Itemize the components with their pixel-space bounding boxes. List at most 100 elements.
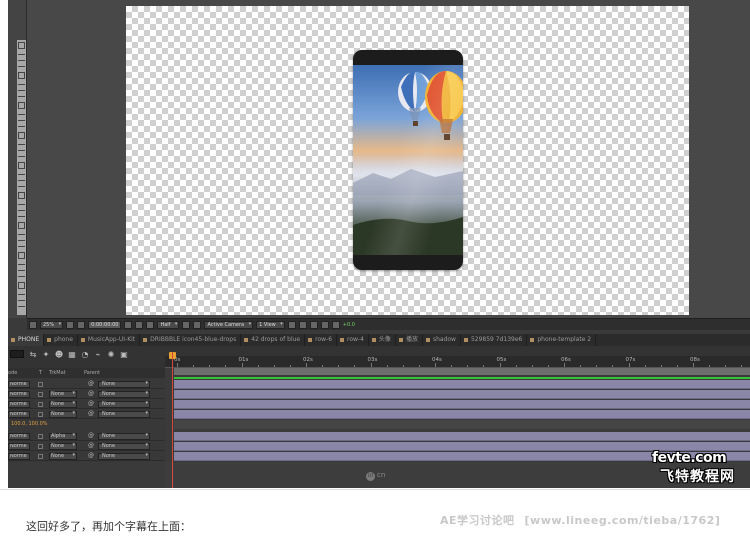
preserve-transparency-checkbox[interactable]	[38, 444, 43, 449]
tab-10[interactable]: 529859 7d139e6	[461, 334, 528, 346]
tab-5[interactable]: row-6	[305, 334, 338, 346]
draft-3d-icon[interactable]: ✦	[41, 350, 51, 360]
camera-view-dropdown[interactable]: Active Camera	[204, 320, 254, 329]
parent-dropdown[interactable]: None	[98, 453, 150, 460]
parent-pickwhip-icon[interactable]: @	[88, 390, 94, 397]
preserve-transparency-checkbox[interactable]	[38, 434, 43, 439]
transparency-grid-icon[interactable]	[193, 320, 202, 329]
ruler-tick	[370, 363, 372, 367]
trkmat-dropdown[interactable]: Alpha	[49, 433, 77, 440]
preserve-transparency-checkbox[interactable]	[38, 392, 43, 397]
trkmat-dropdown[interactable]: None	[49, 411, 77, 418]
tab-9[interactable]: shadow	[423, 334, 461, 346]
composition-viewer[interactable]	[27, 0, 750, 318]
trkmat-dropdown[interactable]: None	[49, 453, 77, 460]
ruler-mark	[18, 126, 25, 127]
layer-duration-bar[interactable]	[174, 410, 750, 419]
preserve-transparency-checkbox[interactable]	[38, 382, 43, 387]
flowchart-icon[interactable]	[320, 320, 329, 329]
preserve-transparency-checkbox[interactable]	[38, 454, 43, 459]
parent-pickwhip-icon[interactable]: @	[88, 380, 94, 387]
layer-row[interactable]: Norme None @ None	[8, 390, 165, 399]
preserve-transparency-checkbox[interactable]	[38, 412, 43, 417]
parent-pickwhip-icon[interactable]: @	[88, 452, 94, 459]
current-time-field[interactable]: 0:00:00:00	[88, 320, 122, 329]
transparency-grid-canvas[interactable]	[126, 6, 689, 315]
magnification-dropdown[interactable]: 25%	[40, 320, 64, 329]
auto-keyframe-icon[interactable]: ▣	[119, 350, 129, 360]
tab-4[interactable]: 42 drops of blue	[241, 334, 306, 346]
blend-mode-dropdown[interactable]: Norme	[8, 453, 30, 460]
tab-6[interactable]: row-4	[337, 334, 369, 346]
preserve-transparency-checkbox[interactable]	[38, 402, 43, 407]
fast-preview-icon[interactable]	[298, 320, 307, 329]
channel-icon[interactable]	[146, 320, 155, 329]
graph-editor-icon[interactable]: ⌁	[93, 350, 103, 360]
layer-row[interactable]: Norme @ None	[8, 380, 165, 389]
work-area-bar[interactable]	[174, 368, 750, 375]
tab-1[interactable]: phone	[44, 334, 78, 346]
tab-11[interactable]: phone-template 2	[527, 334, 597, 346]
timeline-tracks[interactable]	[165, 368, 750, 462]
blend-mode-dropdown[interactable]: Norme	[8, 401, 30, 408]
blend-mode-dropdown[interactable]: Norme	[8, 381, 30, 388]
ruler-tick	[289, 365, 291, 367]
blend-mode-dropdown[interactable]: Norme	[8, 433, 30, 440]
shy-layers-icon[interactable]: ☻	[54, 350, 64, 360]
pixel-aspect-icon[interactable]	[287, 320, 296, 329]
parent-pickwhip-icon[interactable]: @	[88, 432, 94, 439]
camera-snapshot-icon[interactable]	[124, 320, 133, 329]
parent-dropdown[interactable]: None	[98, 433, 150, 440]
view-layout-dropdown[interactable]: 1 View	[256, 320, 285, 329]
parent-dropdown[interactable]: None	[98, 411, 150, 418]
layer-duration-bar[interactable]	[174, 380, 750, 389]
blend-mode-dropdown[interactable]: Norme	[8, 411, 30, 418]
timeline-search-input[interactable]	[10, 350, 24, 358]
ruler-mark	[18, 264, 25, 265]
trkmat-dropdown[interactable]: None	[49, 401, 77, 408]
comp-mini-flowchart-icon[interactable]: ⇆	[28, 350, 38, 360]
layer-duration-bar[interactable]	[174, 400, 750, 409]
tab-3[interactable]: DRIBBBLE icon45-blue-drops	[140, 334, 242, 346]
brainstorm-icon[interactable]: ✺	[106, 350, 116, 360]
parent-dropdown[interactable]: None	[98, 391, 150, 398]
trkmat-dropdown[interactable]: None	[49, 443, 77, 450]
parent-pickwhip-icon[interactable]: @	[88, 442, 94, 449]
ruler-mark	[18, 120, 25, 121]
region-of-interest-icon[interactable]	[182, 320, 191, 329]
exposure-value[interactable]: +0.0	[343, 322, 355, 328]
blend-mode-dropdown[interactable]: Norme	[8, 443, 30, 450]
trkmat-dropdown[interactable]: None	[49, 391, 77, 398]
scale-property-value[interactable]: 100.0, 100.0%	[8, 420, 165, 429]
layer-row[interactable]: Norme Alpha @ None	[8, 432, 165, 441]
blend-mode-dropdown[interactable]: Norme	[8, 391, 30, 398]
phone-mockup[interactable]	[353, 50, 463, 270]
tab-8[interactable]: 播放	[396, 334, 423, 346]
time-ruler[interactable]: 0s 01s 02s 03s 04s 05s 06s 07s 08s	[165, 356, 750, 368]
tab-0[interactable]: PHONE	[8, 334, 45, 346]
ruler-tick	[338, 365, 340, 367]
layer-duration-bar[interactable]	[174, 390, 750, 399]
parent-dropdown[interactable]: None	[98, 401, 150, 408]
grid-icon[interactable]	[66, 320, 75, 329]
parent-pickwhip-icon[interactable]: @	[88, 410, 94, 417]
always-preview-icon[interactable]	[29, 320, 37, 329]
parent-dropdown[interactable]: None	[98, 381, 150, 388]
layer-row[interactable]: Norme None @ None	[8, 410, 165, 419]
frame-blending-icon[interactable]: ▦	[67, 350, 77, 360]
motion-blur-icon[interactable]: ◔	[80, 350, 90, 360]
show-snapshot-icon[interactable]	[135, 320, 144, 329]
timeline-icon[interactable]	[309, 320, 318, 329]
tab-7[interactable]: 头像	[369, 334, 396, 346]
layer-row[interactable]: Norme None @ None	[8, 442, 165, 451]
parent-dropdown[interactable]: None	[98, 443, 150, 450]
parent-pickwhip-icon[interactable]: @	[88, 400, 94, 407]
layer-row[interactable]: Norme None @ None	[8, 400, 165, 409]
tab-2[interactable]: MusicApp-UI-Kit	[78, 334, 141, 346]
mask-visibility-icon[interactable]	[77, 320, 86, 329]
exposure-reset-icon[interactable]	[331, 320, 340, 329]
layer-duration-bar[interactable]	[174, 432, 750, 441]
resolution-dropdown[interactable]: Half	[157, 320, 180, 329]
current-time-indicator[interactable]	[172, 352, 173, 488]
layer-row[interactable]: Norme None @ None	[8, 452, 165, 461]
